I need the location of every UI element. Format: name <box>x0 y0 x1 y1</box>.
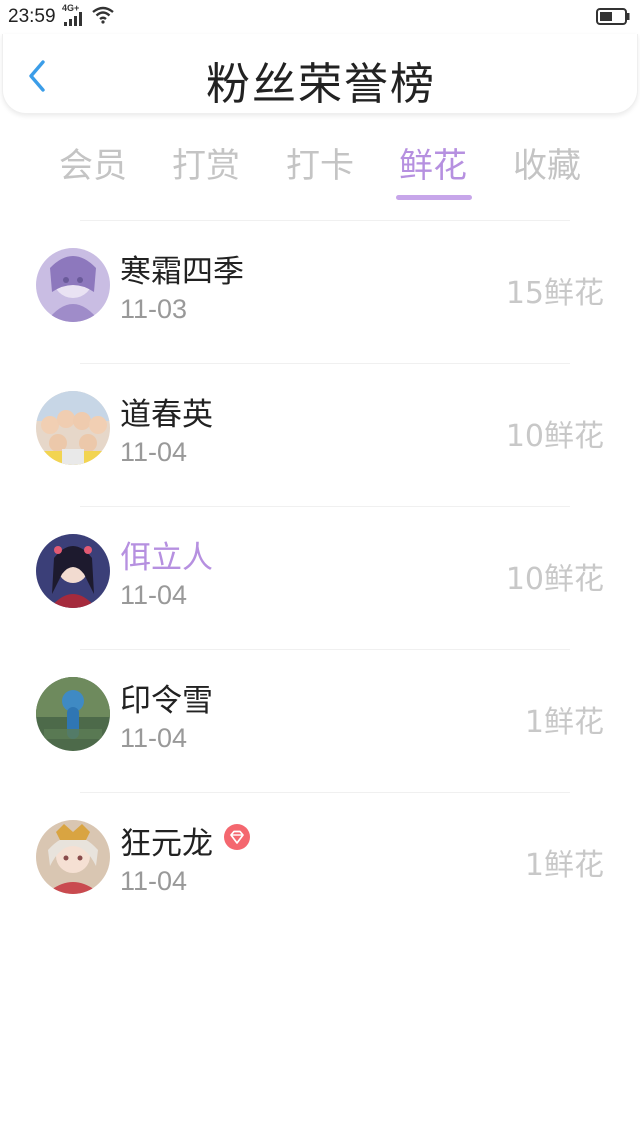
fan-name: 佴立人 <box>120 540 213 576</box>
status-bar: 23:59 4G+ <box>0 0 640 34</box>
tab-checkin[interactable]: 打卡 <box>263 138 377 187</box>
list-item[interactable]: 道春英 11-04 10鲜花 <box>0 363 640 506</box>
fan-name: 寒霜四季 <box>120 254 244 290</box>
divider <box>80 792 570 793</box>
list-item[interactable]: 寒霜四季 11-03 15鲜花 <box>0 220 640 363</box>
active-tab-indicator <box>396 195 472 200</box>
flower-amount: 1鲜花 <box>524 848 604 883</box>
fan-name: 印令雪 <box>120 683 213 719</box>
fan-date: 11-04 <box>120 580 188 610</box>
flower-amount: 1鲜花 <box>524 705 604 740</box>
flower-amount: 10鲜花 <box>505 562 604 597</box>
flower-amount: 10鲜花 <box>505 419 604 454</box>
fan-list: 寒霜四季 11-03 15鲜花 道春英 11-04 10鲜花 佴立人 11-04… <box>0 220 640 935</box>
list-item[interactable]: 印令雪 11-04 1鲜花 <box>0 649 640 792</box>
wifi-icon <box>92 6 114 24</box>
tab-favorites[interactable]: 收藏 <box>490 138 604 187</box>
list-item[interactable]: 佴立人 11-04 10鲜花 <box>0 506 640 850</box>
avatar[interactable] <box>36 820 110 894</box>
fan-date: 11-04 <box>120 723 188 753</box>
divider <box>80 220 570 221</box>
fan-name: 道春英 <box>120 397 213 433</box>
battery-icon <box>596 8 630 25</box>
divider <box>80 649 570 650</box>
divider <box>80 363 570 364</box>
avatar[interactable] <box>36 248 110 322</box>
tab-flowers[interactable]: 鲜花 <box>376 138 490 187</box>
fan-name: 狂元龙 <box>120 826 213 862</box>
divider <box>80 506 570 507</box>
list-item[interactable]: 狂元龙 11-04 1鲜花 <box>0 792 640 935</box>
fan-date: 11-03 <box>120 294 188 324</box>
avatar[interactable] <box>36 391 110 465</box>
tab-members[interactable]: 会员 <box>36 138 150 187</box>
avatar[interactable] <box>36 534 110 608</box>
tab-rewards[interactable]: 打赏 <box>149 138 263 187</box>
flower-amount: 15鲜花 <box>505 276 604 311</box>
page-title: 粉丝荣誉榜 <box>206 59 436 110</box>
signal-icon <box>64 12 82 26</box>
fan-date: 11-04 <box>120 437 188 467</box>
avatar[interactable] <box>36 677 110 751</box>
header-bar: 粉丝荣誉榜 <box>2 34 638 114</box>
fan-date: 11-04 <box>120 866 188 896</box>
status-time: 23:59 <box>8 6 56 27</box>
tab-bar: 会员 打赏 打卡 鲜花 收藏 <box>36 138 604 204</box>
